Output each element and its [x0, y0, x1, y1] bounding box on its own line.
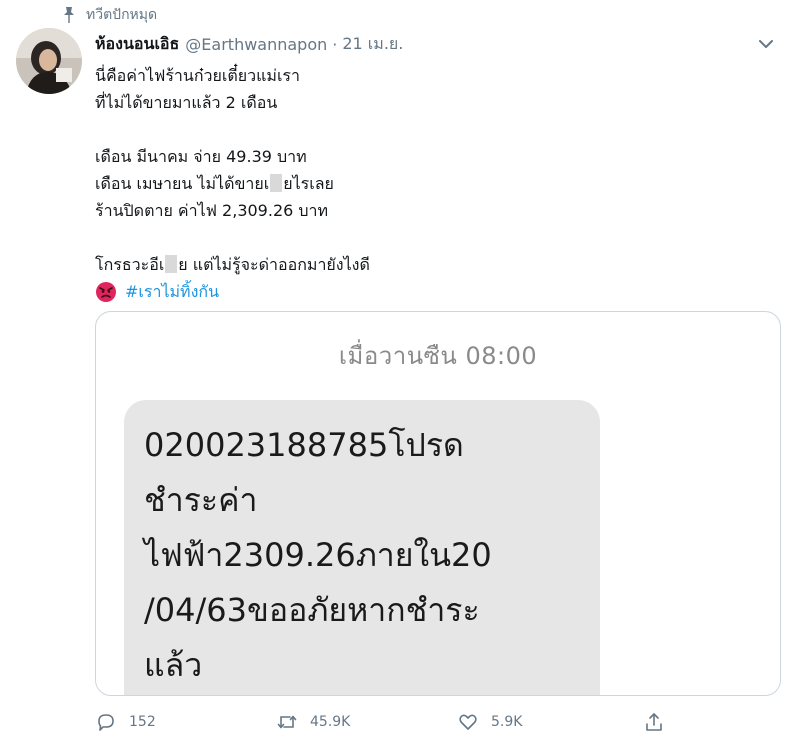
tweet-text: นี่คือค่าไฟร้านก๋วยเตี๋ยวแม่เรา ที่ไม่ได… — [95, 62, 755, 305]
tweet-media-image[interactable]: เมื่อวานซืน 08:00 020023188785โปรด ชำระค… — [95, 311, 781, 696]
sms-line: ไฟฟ้า2309.26ภายใน20 — [144, 536, 492, 574]
tweet-line: เดือน มีนาคม จ่าย 49.39 บาท — [95, 147, 307, 166]
avatar-image — [16, 28, 82, 94]
sms-line: /04/63ขออภัยหากชำระ — [144, 591, 480, 629]
pinned-label: ทวีตปักหมุด — [86, 7, 158, 23]
share-icon — [646, 713, 662, 731]
separator-dot: · — [332, 34, 338, 54]
tweet-line-part: โกรธวะอีเ — [95, 255, 165, 274]
reply-button[interactable]: 152 — [95, 707, 156, 737]
avatar[interactable] — [16, 28, 82, 94]
reply-icon — [98, 714, 114, 731]
retweet-count: 45.9K — [310, 714, 351, 730]
tweet-line: ที่ไม่ได้ขายมาแล้ว 2 เดือน — [95, 93, 278, 112]
retweet-button[interactable]: 45.9K — [276, 707, 350, 737]
heart-icon — [459, 714, 477, 730]
like-button[interactable]: 5.9K — [457, 707, 522, 737]
sms-line: ชำระค่า — [144, 481, 258, 519]
pin-icon — [64, 7, 74, 23]
hashtag-link[interactable]: #เราไม่ทิ้งกัน — [125, 278, 219, 305]
tweet-line: โกรธวะอีเ ย แต่ไม่รู้จะด่าออกมายังไงดี — [95, 251, 755, 278]
share-button[interactable] — [643, 707, 665, 737]
like-count: 5.9K — [491, 714, 523, 730]
author-handle[interactable]: @Earthwannapon — [185, 35, 327, 54]
hashtag-row: #เราไม่ทิ้งกัน — [95, 278, 755, 305]
sms-timestamp: เมื่อวานซืน 08:00 — [338, 342, 538, 370]
tweet-line-part: ยไรเลย — [283, 174, 334, 193]
tweet-line: เดือน เมษายน ไม่ได้ขายเ ยไรเลย — [95, 170, 755, 197]
pinned-tweet-indicator: ทวีตปักหมุด — [62, 4, 157, 26]
sms-line: แล้ว — [144, 646, 203, 684]
tweet-line: ร้านปิดตาย ค่าไฟ 2,309.26 บาท — [95, 201, 329, 220]
tweet-actions: 152 45.9K 5.9K — [95, 707, 685, 737]
censor-block — [270, 174, 283, 192]
sms-bubble: 020023188785โปรด ชำระค่า ไฟฟ้า2309.26ภาย… — [124, 400, 600, 695]
sms-line: 020023188785โปรด — [144, 426, 464, 464]
tweet-header: ห้องนอนเอิธ @Earthwannapon · 21 เม.ย. — [95, 30, 780, 58]
chevron-down-icon[interactable] — [756, 34, 776, 54]
angry-face-icon — [96, 281, 116, 302]
retweet-icon — [277, 715, 297, 729]
censor-block — [165, 255, 178, 273]
tweet-timestamp[interactable]: 21 เม.ย. — [342, 32, 403, 57]
tweet-line-part: ย แต่ไม่รู้จะด่าออกมายังไงดี — [178, 255, 370, 274]
tweet-line-part: เดือน เมษายน ไม่ได้ขายเ — [95, 174, 270, 193]
author-display-name[interactable]: ห้องนอนเอิธ — [95, 32, 179, 57]
tweet-line: นี่คือค่าไฟร้านก๋วยเตี๋ยวแม่เรา — [95, 66, 300, 85]
reply-count: 152 — [129, 714, 156, 730]
sms-text: 020023188785โปรด ชำระค่า ไฟฟ้า2309.26ภาย… — [144, 418, 590, 693]
